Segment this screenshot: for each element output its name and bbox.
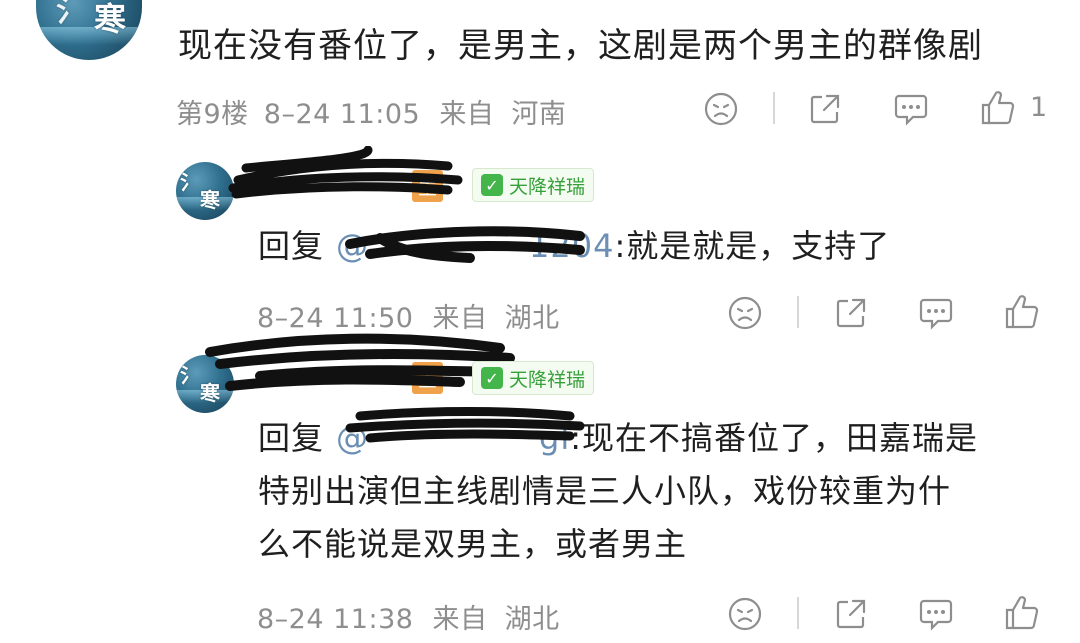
- share-icon[interactable]: [834, 597, 868, 631]
- dislike-face-icon[interactable]: [728, 296, 762, 330]
- reply-location: 湖北: [504, 604, 560, 635]
- comment-from: 来自: [439, 99, 495, 130]
- action-divider: [773, 92, 775, 124]
- comment-meta: 第9楼 8–24 11:05 来自 河南: [176, 92, 566, 131]
- reply-line-3: 么不能说是双男主，或者男主: [258, 525, 688, 563]
- like-thumb-icon[interactable]: [980, 90, 1016, 126]
- avatar-wave: [36, 27, 142, 46]
- avatar-glyph-partial: 氵: [180, 363, 200, 387]
- comment-icon[interactable]: [918, 296, 954, 330]
- share-icon[interactable]: [808, 92, 842, 126]
- action-divider: [797, 296, 799, 328]
- comment-floor: 第9楼: [176, 99, 249, 130]
- mention-redaction: [345, 407, 585, 443]
- reply-prefix: 回复: [258, 419, 325, 457]
- action-divider: [797, 597, 799, 629]
- title-badge: ✓ 天降祥瑞: [472, 168, 595, 202]
- mention-redaction: [345, 226, 585, 263]
- reply-body: :就是就是，支持了: [614, 227, 891, 265]
- username-redaction: [228, 146, 463, 199]
- avatar-glyph: 寒: [200, 188, 220, 212]
- comment-text: 现在没有番位了，是男主，这剧是两个男主的群像剧: [178, 26, 983, 66]
- reply-prefix: 回复: [258, 227, 325, 265]
- reply-line-2: 特别出演但主线剧情是三人小队，戏份较重为什: [258, 472, 952, 510]
- reply-meta: 8–24 11:38 来自 湖北: [257, 597, 560, 636]
- avatar-glyph-partial: 氵: [180, 170, 200, 194]
- like-thumb-icon[interactable]: [1004, 294, 1040, 330]
- like-count: 1: [1030, 92, 1048, 123]
- comment-icon[interactable]: [893, 92, 929, 126]
- check-icon: ✓: [481, 367, 503, 389]
- comment-location: 河南: [511, 99, 567, 130]
- avatar-glyph-partial: 氵: [56, 0, 86, 29]
- title-badge: ✓ 天降祥瑞: [472, 361, 595, 395]
- reply-time: 8–24 11:38: [257, 604, 414, 635]
- avatar-glyph: 寒: [94, 0, 127, 38]
- comment-icon[interactable]: [918, 597, 954, 631]
- share-icon[interactable]: [834, 296, 868, 330]
- avatar[interactable]: 寒 氵: [36, 0, 142, 60]
- check-icon: ✓: [481, 174, 503, 196]
- like-thumb-icon[interactable]: [1004, 595, 1040, 631]
- reply-body: :现在不搞番位了，田嘉瑞是: [570, 419, 979, 457]
- dislike-face-icon[interactable]: [728, 597, 762, 631]
- dislike-face-icon[interactable]: [704, 92, 738, 126]
- comment-time: 8–24 11:05: [263, 99, 421, 130]
- title-badge-label: 天降祥瑞: [509, 368, 586, 391]
- title-badge-label: 天降祥瑞: [509, 175, 586, 198]
- reply-from: 来自: [432, 604, 488, 635]
